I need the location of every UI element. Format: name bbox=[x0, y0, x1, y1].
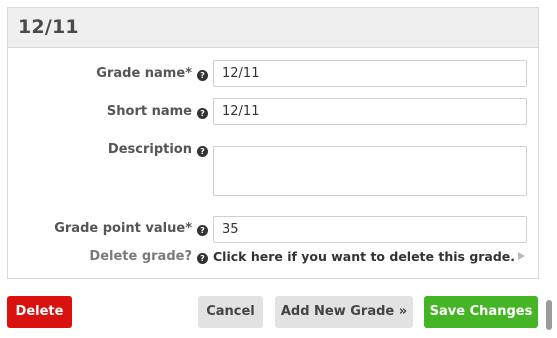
grade-point-value-input[interactable] bbox=[213, 216, 527, 243]
short-name-label: Short name bbox=[106, 104, 192, 119]
grade-edit-panel: 12/11 Grade name* ? Short name ? Descrip… bbox=[7, 7, 539, 279]
help-circle-icon[interactable]: ? bbox=[197, 253, 208, 264]
grade-point-value-label: Grade point value* bbox=[54, 221, 192, 236]
grade-name-label: Grade name* bbox=[96, 66, 192, 81]
delete-grade-link[interactable]: Click here if you want to delete this gr… bbox=[213, 249, 515, 264]
description-label: Description bbox=[107, 142, 192, 157]
delete-button[interactable]: Delete bbox=[7, 296, 72, 328]
description-textarea[interactable] bbox=[213, 146, 527, 196]
help-circle-icon[interactable]: ? bbox=[197, 70, 208, 81]
panel-title: 12/11 bbox=[18, 16, 79, 38]
grade-name-input[interactable] bbox=[213, 60, 527, 87]
short-name-input[interactable] bbox=[213, 98, 527, 125]
play-arrow-icon[interactable] bbox=[518, 252, 525, 260]
help-circle-icon[interactable]: ? bbox=[197, 108, 208, 119]
delete-grade-label: Delete grade? bbox=[89, 249, 192, 264]
save-changes-button[interactable]: Save Changes bbox=[424, 296, 538, 328]
cancel-button[interactable]: Cancel bbox=[198, 296, 263, 328]
add-new-grade-button[interactable]: Add New Grade » bbox=[275, 296, 413, 328]
help-circle-icon[interactable]: ? bbox=[197, 225, 208, 236]
scrollbar-thumb[interactable] bbox=[546, 300, 552, 330]
help-circle-icon[interactable]: ? bbox=[197, 146, 208, 157]
panel-header: 12/11 bbox=[8, 8, 538, 48]
